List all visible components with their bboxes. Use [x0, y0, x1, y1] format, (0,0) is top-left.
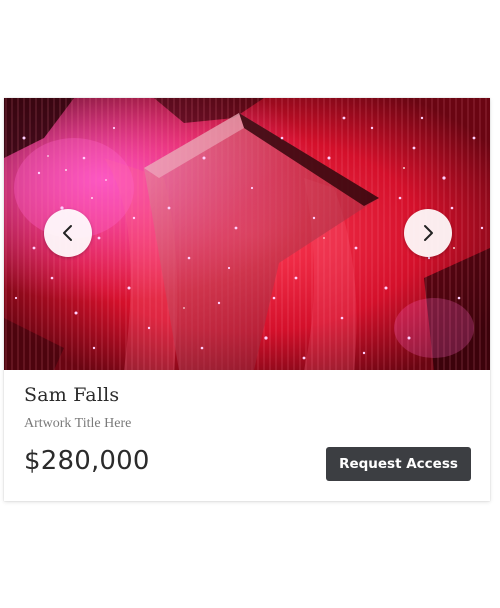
image-carousel — [4, 98, 490, 370]
artwork-title: Artwork Title Here — [24, 416, 132, 431]
artist-name[interactable]: Sam Falls — [24, 384, 119, 406]
request-access-button[interactable]: Request Access — [326, 447, 471, 481]
artwork-info: Sam Falls Artwork Title Here $280,000 Re… — [4, 370, 490, 501]
carousel-next-button[interactable] — [404, 209, 452, 257]
chevron-right-icon — [418, 223, 438, 243]
carousel-prev-button[interactable] — [44, 209, 92, 257]
chevron-left-icon — [58, 223, 78, 243]
artwork-card: Sam Falls Artwork Title Here $280,000 Re… — [4, 98, 490, 501]
artwork-price: $280,000 — [24, 446, 150, 476]
